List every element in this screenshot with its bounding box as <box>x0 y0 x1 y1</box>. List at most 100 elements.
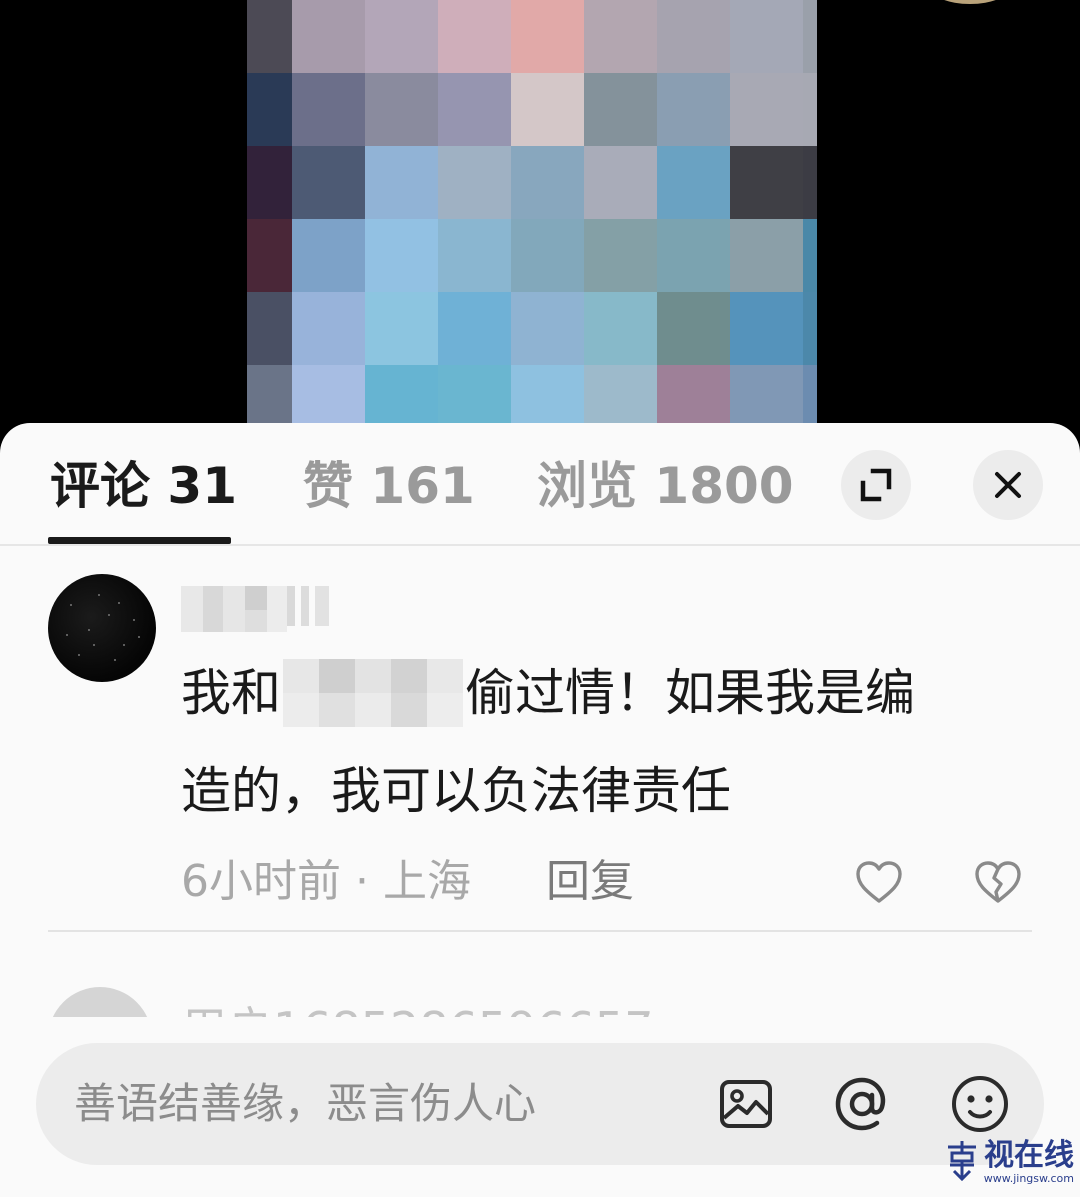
comment-meta: 6小时前 · 上海 回复 <box>181 852 634 912</box>
mosaic-cell <box>730 146 803 219</box>
active-tab-indicator <box>48 537 231 544</box>
mosaic-cell <box>730 292 803 365</box>
avatar-speck <box>118 602 120 604</box>
next-comment-username[interactable]: 用户16852865966​57 <box>181 993 653 1017</box>
mosaic-cell <box>292 73 365 146</box>
comment-item: 我和 偷过情！如果我是编 造的，我可以负法律责任 6小时前 · 上海 回复 <box>48 544 1032 932</box>
mosaic-cell <box>584 219 657 292</box>
close-button[interactable] <box>973 450 1043 520</box>
media-preview[interactable] <box>0 0 1080 440</box>
avatar-speck <box>133 619 135 621</box>
mosaic-cell <box>511 219 584 292</box>
next-comment-item: 用户16852865966​57 <box>48 987 1032 1017</box>
avatar-speck <box>123 644 125 646</box>
avatar[interactable] <box>48 987 152 1017</box>
avatar-speck <box>78 654 80 656</box>
mosaic-cell <box>584 0 657 73</box>
mosaic-cell <box>803 73 817 146</box>
mosaic-cell <box>511 0 584 73</box>
mosaic-cell <box>247 73 292 146</box>
reply-button[interactable]: 回复 <box>546 852 634 912</box>
username-redacted[interactable] <box>181 586 331 632</box>
mosaic-cell <box>803 0 817 73</box>
mosaic-cell <box>730 219 803 292</box>
mosaic-cell <box>657 0 730 73</box>
avatar-speck <box>93 644 95 646</box>
expand-button[interactable] <box>841 450 911 520</box>
mosaic-cell <box>657 73 730 146</box>
mosaic-cell <box>365 292 438 365</box>
comment-text-before: 我和 <box>181 664 281 722</box>
mosaic-cell <box>803 146 817 219</box>
mosaic-cell <box>657 292 730 365</box>
comment-input-bar[interactable]: 善语结善缘，恶言伤人心 <box>36 1043 1044 1165</box>
dislike-button[interactable] <box>970 854 1026 910</box>
avatar[interactable] <box>48 574 156 682</box>
avatar-speck <box>108 614 110 616</box>
media-edge-highlight <box>930 0 1010 4</box>
mosaic-cell <box>438 146 511 219</box>
avatar-speck <box>114 659 116 661</box>
comment-line-2: 造的，我可以负法律责任 <box>181 762 731 820</box>
mosaic-cell <box>365 146 438 219</box>
mosaic-cell <box>657 219 730 292</box>
pixelated-image <box>247 0 817 440</box>
mosaic-cell <box>438 0 511 73</box>
mosaic-cell <box>511 73 584 146</box>
tab-likes[interactable]: 赞 161 <box>303 453 475 519</box>
avatar-speck <box>66 634 68 636</box>
mosaic-cell <box>584 292 657 365</box>
comment-line-1: 我和 偷过情！如果我是编 <box>181 644 1021 742</box>
avatar-speck <box>88 629 90 631</box>
mosaic-cell <box>584 73 657 146</box>
comment-text-after: 偷过情！如果我是编 <box>465 664 915 722</box>
mosaic-cell <box>365 0 438 73</box>
mosaic-cell <box>438 219 511 292</box>
heart-icon <box>856 861 902 903</box>
mosaic-cell <box>511 146 584 219</box>
broken-heart-icon <box>975 861 1021 903</box>
mosaic-cell <box>438 73 511 146</box>
emoji-button[interactable] <box>946 1070 1014 1138</box>
image-button[interactable] <box>712 1070 780 1138</box>
mosaic-cell <box>292 146 365 219</box>
close-icon <box>995 472 1021 498</box>
watermark-url: www.jingsw.com <box>983 1172 1074 1185</box>
tabs-bar: 评论 31 赞 161 浏览 1800 <box>0 423 1080 546</box>
expand-icon <box>860 468 892 502</box>
mosaic-cell <box>657 146 730 219</box>
mosaic-cell <box>365 73 438 146</box>
image-icon <box>720 1080 772 1128</box>
comment-text: 我和 偷过情！如果我是编 造的，我可以负法律责任 <box>181 644 1021 840</box>
mosaic-cell <box>247 219 292 292</box>
mosaic-cell <box>247 292 292 365</box>
mosaic-cell <box>247 0 292 73</box>
comment-time-location: 6小时前 · 上海 <box>181 856 471 907</box>
avatar-speck <box>98 594 100 596</box>
tab-comments[interactable]: 评论 31 <box>50 453 237 519</box>
avatar-speck <box>70 604 72 606</box>
watermark-seal-icon <box>947 1141 976 1181</box>
mosaic-cell <box>511 292 584 365</box>
mosaic-cell <box>803 292 817 365</box>
redacted-name <box>283 658 463 727</box>
mosaic-cell <box>803 219 817 292</box>
mosaic-cell <box>584 146 657 219</box>
watermark: 视在线 www.jingsw.com <box>947 1138 1074 1189</box>
mosaic-cell <box>438 292 511 365</box>
mosaic-cell <box>247 146 292 219</box>
comment-sheet: 评论 31 赞 161 浏览 1800 我和 偷过情！如果我是编 造的，我可以负… <box>0 423 1080 1197</box>
mosaic-cell <box>365 219 438 292</box>
like-button[interactable] <box>851 854 907 910</box>
mosaic-cell <box>730 0 803 73</box>
mosaic-cell <box>292 0 365 73</box>
at-icon <box>835 1077 886 1131</box>
mosaic-cell <box>730 73 803 146</box>
emoji-icon <box>952 1076 1008 1132</box>
tab-views[interactable]: 浏览 1800 <box>537 453 794 519</box>
comment-input[interactable]: 善语结善缘，恶言伤人心 <box>74 1071 536 1137</box>
mention-button[interactable] <box>828 1070 896 1138</box>
mosaic-cell <box>292 292 365 365</box>
mosaic-cell <box>292 219 365 292</box>
watermark-text: 视在线 <box>984 1138 1074 1173</box>
